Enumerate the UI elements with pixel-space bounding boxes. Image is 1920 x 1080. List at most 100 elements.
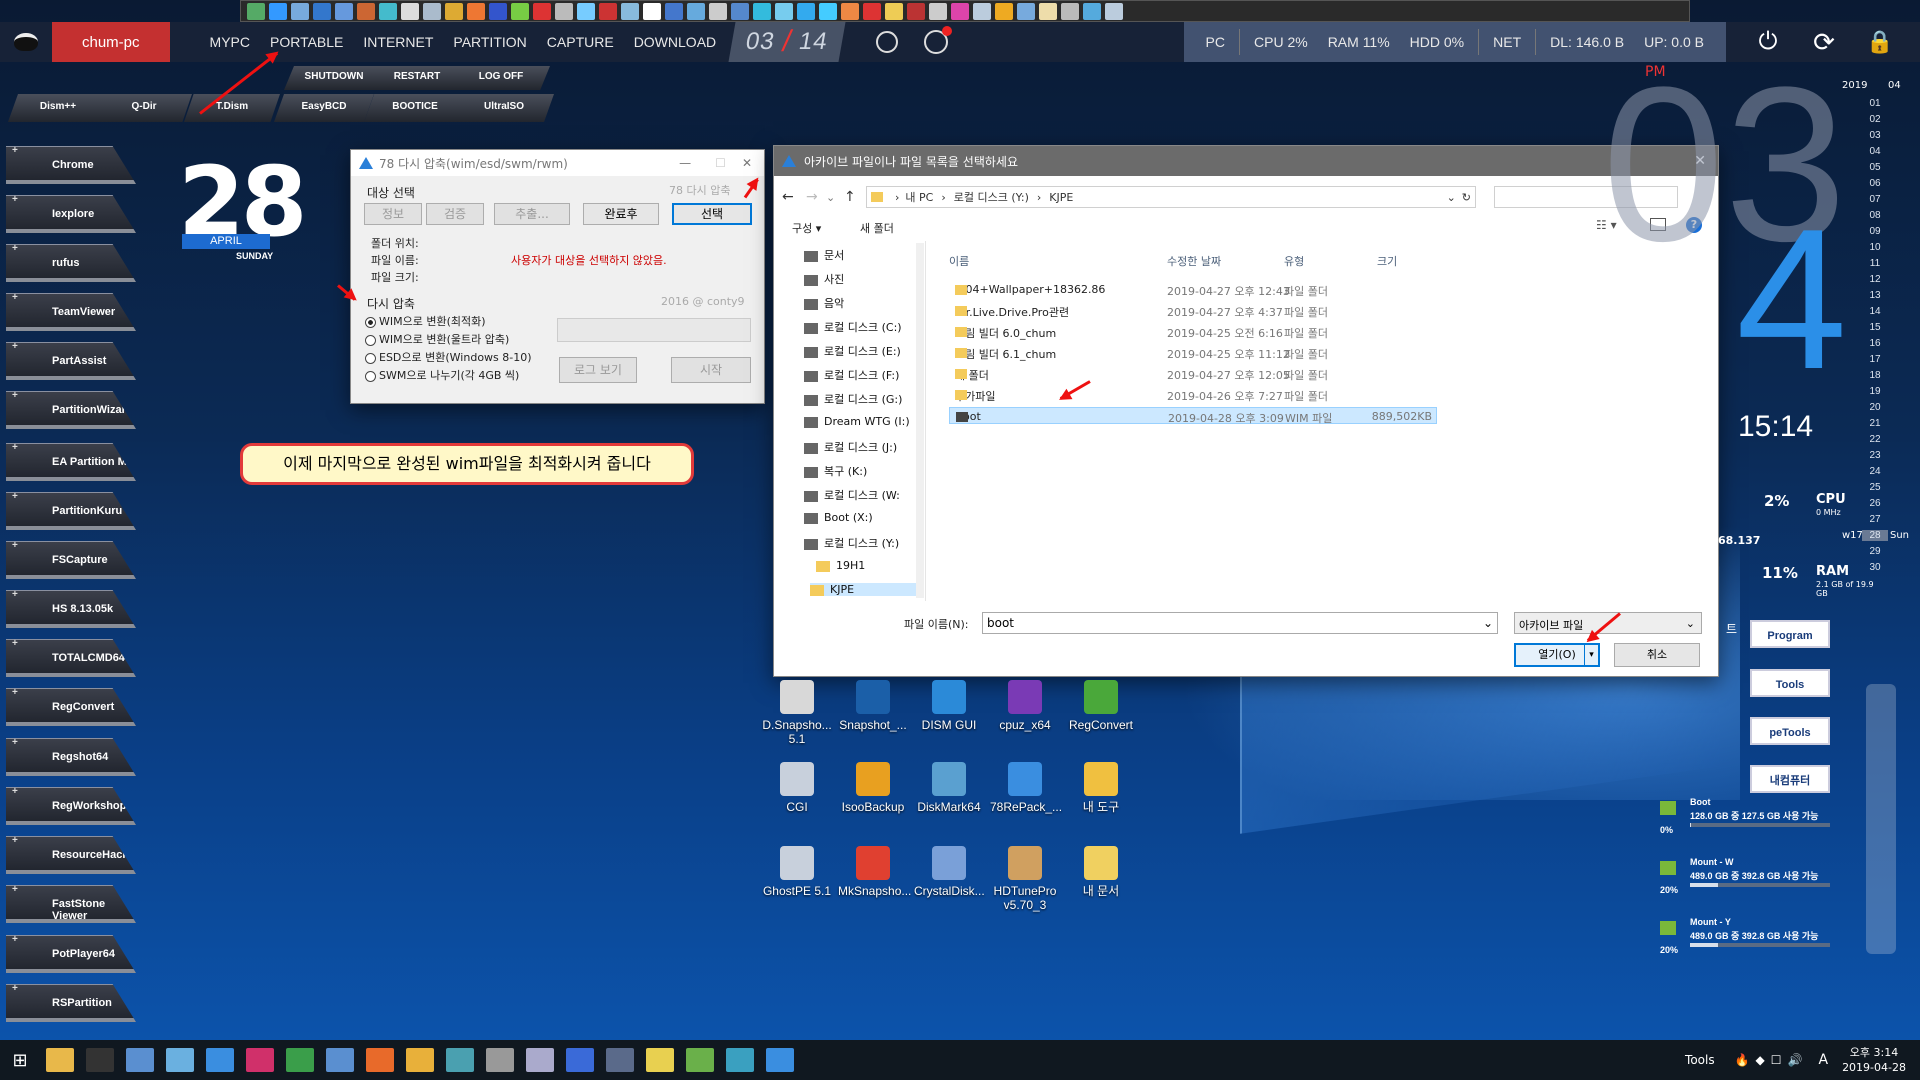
file-row[interactable]: boot 2019-04-28 오후 3:09 WIM 파일 889,502KB xyxy=(949,407,1437,425)
launcher-item[interactable]: + FastStone Viewer xyxy=(6,885,136,923)
quick-launch-icon[interactable] xyxy=(577,3,595,20)
option-swm[interactable]: SWM으로 나누기(각 4GB 씩) xyxy=(365,367,519,383)
tray-tools-label[interactable]: Tools xyxy=(1685,1053,1715,1067)
desktop-icon[interactable]: DISM GUI xyxy=(914,680,984,732)
desktop-icon[interactable]: D.Snapsho... 5.1 xyxy=(762,680,832,746)
quick-launch-icon[interactable] xyxy=(291,3,309,20)
m-app-icon[interactable] xyxy=(923,26,952,54)
quick-launch-icon[interactable] xyxy=(951,3,969,20)
desktop-icon[interactable]: MkSnapsho... xyxy=(838,846,911,898)
taskbar-app-icon[interactable] xyxy=(526,1048,554,1072)
quick-launch-icon[interactable] xyxy=(313,3,331,20)
select-button[interactable]: 선택 xyxy=(672,203,752,225)
chevron-down-icon[interactable]: ⌄ xyxy=(1447,191,1456,204)
taskbar-app-icon[interactable] xyxy=(446,1048,474,1072)
address-bar[interactable]: › 내 PC › 로컬 디스크 (Y:) › KJPE ⌄ ↻ xyxy=(866,186,1476,208)
launcher-item[interactable]: + TOTALCMD64 xyxy=(6,639,136,677)
tool-easybcd-button[interactable]: EasyBCD xyxy=(274,94,374,122)
quick-launch-icon[interactable] xyxy=(621,3,639,20)
desktop-icon[interactable]: cpuz_x64 xyxy=(990,680,1060,732)
quick-launch-icon[interactable] xyxy=(379,3,397,20)
maximize-icon[interactable]: ☐ xyxy=(715,156,726,170)
ime-indicator[interactable]: A xyxy=(1818,1052,1828,1068)
forward-icon[interactable]: → xyxy=(806,189,826,205)
option-wim-ultra[interactable]: WIM으로 변환(울트라 압축) xyxy=(365,331,509,347)
taskbar-app-icon[interactable] xyxy=(646,1048,674,1072)
nav-item[interactable]: 로컬 디스크 (Y:) xyxy=(804,535,899,551)
nav-item[interactable]: 음악 xyxy=(804,295,844,311)
quick-launch-icon[interactable] xyxy=(709,3,727,20)
quick-launch-icon[interactable] xyxy=(753,3,771,20)
quick-launch-icon[interactable] xyxy=(995,3,1013,20)
taskbar-app-icon[interactable] xyxy=(566,1048,594,1072)
taskbar-app-icon[interactable] xyxy=(126,1048,154,1072)
quick-launch-icon[interactable] xyxy=(1017,3,1035,20)
quick-launch-icon[interactable] xyxy=(357,3,375,20)
taskbar-app-icon[interactable] xyxy=(46,1048,74,1072)
nav-item[interactable]: 로컬 디스크 (E:) xyxy=(804,343,901,359)
launcher-item[interactable]: + ResourceHacker xyxy=(6,836,136,874)
tool-qdir-button[interactable]: Q-Dir xyxy=(96,94,192,122)
quick-launch-icon[interactable] xyxy=(731,3,749,20)
after-complete-button[interactable]: 완료후 xyxy=(583,203,659,225)
taskbar-app-icon[interactable] xyxy=(726,1048,754,1072)
menu-mypc[interactable]: MYPC xyxy=(200,34,260,50)
col-date[interactable]: 수정한 날짜 xyxy=(1167,253,1221,269)
quick-launch-icon[interactable] xyxy=(445,3,463,20)
taskbar-app-icon[interactable] xyxy=(166,1048,194,1072)
nav-item[interactable]: 로컬 디스크 (J:) xyxy=(804,439,897,455)
desktop-icon[interactable]: GhostPE 5.1 xyxy=(762,846,832,898)
desktop-icon[interactable]: 내 문서 xyxy=(1066,846,1136,898)
tool-tdism-button[interactable]: T.Dism xyxy=(184,94,280,122)
filename-input[interactable]: boot ⌄ xyxy=(982,612,1498,634)
breadcrumb-item[interactable]: KJPE xyxy=(1049,191,1073,204)
option-esd[interactable]: ESD으로 변환(Windows 8-10) xyxy=(365,349,532,365)
tools-button[interactable]: Tools xyxy=(1750,669,1830,697)
open-button[interactable]: 열기(O) ▾ xyxy=(1514,643,1600,667)
info-button[interactable]: 정보 xyxy=(364,203,422,225)
launcher-item[interactable]: + RegWorkshop xyxy=(6,787,136,825)
nav-item[interactable]: Boot (X:) xyxy=(804,511,873,524)
menu-capture[interactable]: CAPTURE xyxy=(537,34,624,50)
desktop-icon[interactable]: CrystalDisk... xyxy=(914,846,985,898)
col-name[interactable]: 이름 xyxy=(949,253,969,269)
quick-launch-icon[interactable] xyxy=(797,3,815,20)
restart-button[interactable]: RESTART xyxy=(370,66,464,90)
quick-launch-icon[interactable] xyxy=(885,3,903,20)
file-row[interactable]: 드림 빌더 6.0_chum 2019-04-25 오전 6:16 파일 폴더 xyxy=(949,323,1437,340)
desktop-icon[interactable]: 내 도구 xyxy=(1066,762,1136,814)
col-type[interactable]: 유형 xyxy=(1284,253,1304,269)
desktop-icon[interactable]: DiskMark64 xyxy=(914,762,984,814)
extract-button[interactable]: 추출... xyxy=(494,203,570,225)
tool-dism-button[interactable]: Dism++ xyxy=(8,94,108,122)
quick-launch-icon[interactable] xyxy=(1039,3,1057,20)
close-icon[interactable]: ✕ xyxy=(742,156,752,170)
avatar-icon[interactable] xyxy=(14,33,38,51)
nav-scrollbar[interactable] xyxy=(916,243,924,598)
file-row[interactable]: Air.Live.Drive.Pro관련 2019-04-27 오후 4:37 파일… xyxy=(949,302,1437,319)
file-row[interactable]: 추가파일 2019-04-26 오후 7:27 파일 폴더 xyxy=(949,386,1437,403)
file-row[interactable]: 5.04+Wallpaper+18362.86 2019-04-27 오후 12:… xyxy=(949,281,1437,298)
new-folder-button[interactable]: 새 폴더 xyxy=(860,220,894,236)
quick-launch-icon[interactable] xyxy=(841,3,859,20)
nav-item[interactable]: 로컬 디스크 (C:) xyxy=(804,319,902,335)
quick-launch-icon[interactable] xyxy=(401,3,419,20)
launcher-item[interactable]: + TeamViewer xyxy=(6,293,136,331)
taskbar-app-icon[interactable] xyxy=(766,1048,794,1072)
quick-launch-icon[interactable] xyxy=(687,3,705,20)
taskbar-app-icon[interactable] xyxy=(206,1048,234,1072)
launcher-item[interactable]: + HS 8.13.05k xyxy=(6,590,136,628)
tool-ultraiso-button[interactable]: UltraISO xyxy=(454,94,554,122)
quick-launch-icon[interactable] xyxy=(423,3,441,20)
nav-item[interactable]: 로컬 디스크 (G:) xyxy=(804,391,902,407)
back-icon[interactable]: ← xyxy=(782,189,806,205)
organize-button[interactable]: 구성 ▾ xyxy=(792,220,821,236)
nav-item[interactable]: 사진 xyxy=(804,271,844,287)
desktop-icon[interactable]: RegConvert xyxy=(1066,680,1136,732)
quick-launch-icon[interactable] xyxy=(973,3,991,20)
file-row[interactable]: 드림 빌더 6.1_chum 2019-04-25 오후 11:12 파일 폴더 xyxy=(949,344,1437,361)
nav-item[interactable]: KJPE xyxy=(810,583,920,596)
nav-item[interactable]: 문서 xyxy=(804,247,844,263)
cancel-button[interactable]: 취소 xyxy=(1614,643,1700,667)
quick-launch-icon[interactable] xyxy=(467,3,485,20)
